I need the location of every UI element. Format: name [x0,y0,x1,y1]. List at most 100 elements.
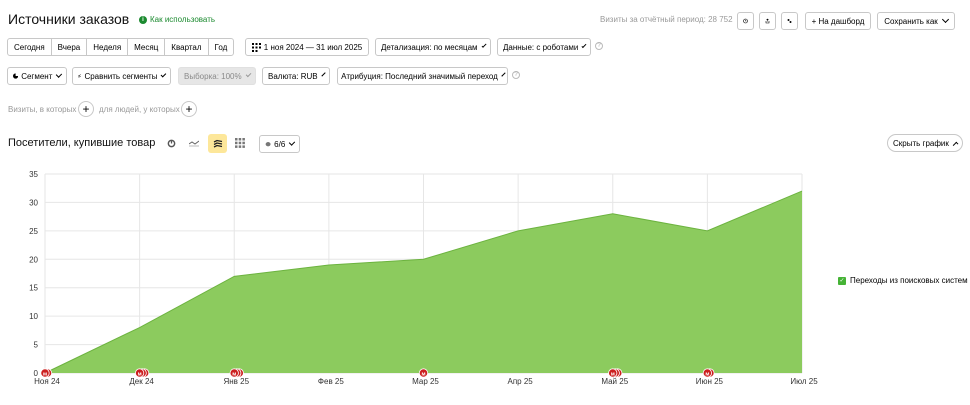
period-tab[interactable]: Год [209,39,234,55]
compare-icon [78,74,82,78]
event-marker[interactable]: м [135,368,150,378]
chevron-down-icon [289,139,296,146]
event-marker[interactable]: м [702,368,715,378]
chevron-down-icon [161,71,167,78]
x-tick-label: Июн 25 [696,377,724,386]
svg-text:м: м [421,372,425,378]
y-tick-label: 10 [29,312,38,321]
calendar-icon [251,42,261,52]
svg-text:м: м [232,372,236,378]
compare-label: Сравнить сегменты [84,71,158,81]
period-tab[interactable]: Неделя [87,39,129,55]
chart-title: Посетители, купившие товар [8,137,156,149]
chevron-down-icon [941,15,949,24]
help-icon[interactable]: ? [512,71,520,79]
chevron-up-icon [952,141,959,147]
x-tick-label: Дек 24 [129,377,154,386]
event-marker[interactable]: м [40,368,53,378]
x-tick-label: Янв 25 [223,377,249,386]
area-chart-icon [213,139,222,148]
x-tick-label: Фев 25 [318,377,344,386]
compare-segments-dropdown[interactable]: Сравнить сегменты [72,67,171,85]
visits-condition-label: Визиты, в которых [8,105,77,114]
page-title: Источники заказов [8,11,130,27]
svg-text:м: м [43,372,47,378]
period-tab[interactable]: Сегодня [8,39,52,55]
y-axis: 05101520253035 [29,170,38,378]
x-tick-label: Апр 25 [508,377,534,386]
pie-segment-icon [13,73,19,79]
event-marker[interactable]: м [608,368,623,378]
history-button[interactable] [737,12,754,30]
pie-chart-toggle[interactable] [163,135,179,151]
chevron-down-icon [56,71,63,78]
hide-chart-label: Скрыть график [893,138,949,148]
area-chart-toggle[interactable] [208,134,227,153]
table-chart-toggle[interactable] [232,135,248,151]
plus-icon: + [82,102,90,116]
svg-text:м: м [611,372,615,378]
sample-label: Выборка: 100% [184,71,242,81]
how-to-use-label: Как использовать [150,15,216,24]
event-marker[interactable]: м [229,368,244,378]
y-tick-label: 30 [29,198,38,207]
visits-total: Визиты за отчётный период: 28 752 [600,15,733,24]
attribution-dropdown[interactable]: Атрибуция: Последний значимый переход [337,67,508,85]
y-tick-label: 25 [29,227,38,236]
y-tick-label: 20 [29,255,38,264]
chevron-down-icon [581,43,587,48]
period-tab[interactable]: Месяц [128,39,166,55]
svg-text:м: м [705,372,709,378]
period-tabs: Сегодня Вчера Неделя Месяц Квартал Год [7,38,235,56]
date-range-picker[interactable]: 1 ноя 2024 — 31 июл 2025 [245,38,369,56]
detail-dropdown[interactable]: Детализация: по месяцам [375,38,491,56]
segment-label: Сегмент [21,71,53,81]
series-count: 6/6 [274,139,286,149]
y-tick-label: 5 [34,341,39,350]
info-icon: i [139,15,147,24]
segment-dropdown[interactable]: Сегмент [7,67,67,85]
people-condition-label: для людей, у которых [99,105,180,114]
series-selector[interactable]: 6/6 [259,135,300,153]
x-axis: Ноя 24 Дек 24 Янв 25 Фев 25 Мар 25 Апр 25 Май … [34,377,818,386]
period-tab[interactable]: Вчера [52,39,88,55]
add-visit-condition-button[interactable]: + [78,101,94,117]
chevron-down-icon [481,42,487,49]
export-icon [765,18,770,24]
comment-icon [265,141,271,146]
share-button[interactable] [781,12,798,30]
y-tick-label: 35 [29,170,38,179]
date-range-label: 1 ноя 2024 — 31 июл 2025 [263,42,363,52]
checkbox-checked-icon[interactable]: ✓ [838,276,846,285]
data-mode-dropdown[interactable]: Данные: с роботами [497,38,591,56]
y-tick-label: 15 [29,284,38,293]
save-as-button[interactable]: Сохранить как [877,12,955,30]
event-marker[interactable]: м [418,368,429,378]
legend-series-label: Переходы из поисковых систем [850,276,968,285]
sample-dropdown: Выборка: 100% [178,67,256,85]
add-to-dashboard-button[interactable]: + На дашборд [805,12,871,30]
save-as-label: Сохранить как [884,16,938,26]
detail-label: Детализация: по месяцам [381,42,478,52]
plus-icon: + [185,102,193,116]
export-button[interactable] [759,12,776,30]
chevron-down-icon [501,72,506,77]
currency-label: Валюта: RUB [268,71,318,81]
line-chart-toggle[interactable] [186,135,202,151]
hide-chart-button[interactable]: Скрыть график [887,134,963,152]
add-people-condition-button[interactable]: + [181,101,197,117]
period-tab[interactable]: Квартал [165,39,209,55]
currency-dropdown[interactable]: Валюта: RUB [262,67,330,85]
chevron-down-icon [245,71,252,78]
help-icon[interactable]: ? [595,42,603,50]
x-tick-label: Мар 25 [412,377,439,386]
svg-text:м: м [138,372,142,378]
chart-legend[interactable]: ✓ Переходы из поисковых систем [838,276,968,285]
data-mode-label: Данные: с роботами [503,42,579,52]
attribution-label: Атрибуция: Последний значимый переход [341,71,498,81]
pie-chart-icon [167,139,175,147]
clock-icon [743,18,748,24]
how-to-use-link[interactable]: i Как использовать [139,15,215,24]
grid-chart-icon [235,138,245,148]
area-chart: 05101520253035 Ноя 24 Дек 24 Янв 25 Фев 25 М… [29,170,818,386]
